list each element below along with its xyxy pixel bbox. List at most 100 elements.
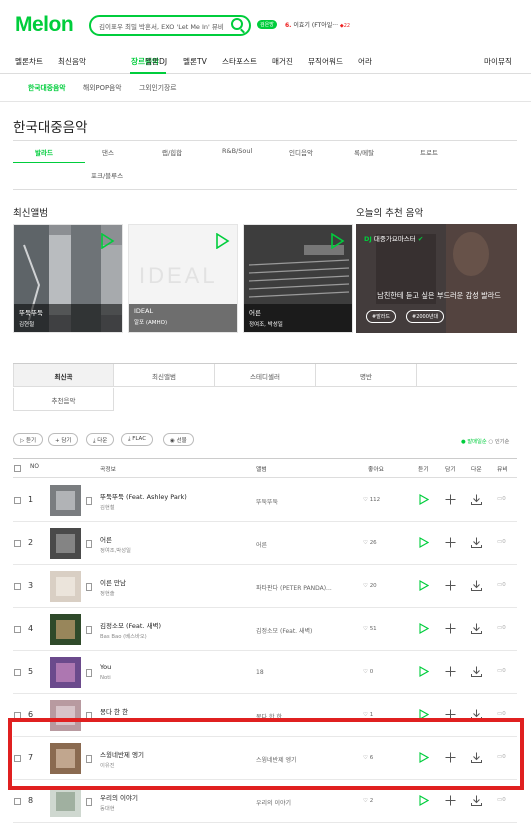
mv-button[interactable]: ▭0 — [497, 754, 506, 760]
listen-button[interactable]: ▷ 듣기 — [13, 433, 44, 446]
download-icon[interactable] — [471, 580, 482, 591]
song-title[interactable]: 이른 만남 — [100, 577, 126, 587]
recommend-card[interactable]: DJ 대중가요마스터 ✔ 남친한테 듣고 싶은 부드러운 감성 발라드 #발라드… — [356, 224, 517, 333]
download-icon[interactable] — [471, 752, 482, 763]
tab-steady[interactable]: 스테디셀러 — [215, 364, 316, 387]
tab-classic[interactable]: 명반 — [316, 364, 417, 387]
play-icon[interactable] — [418, 494, 429, 505]
like-button[interactable]: ♡ 1 — [363, 712, 373, 718]
song-thumbnail[interactable] — [50, 614, 81, 645]
song-thumbnail[interactable] — [50, 700, 81, 731]
nav-item-magazine[interactable]: 매거진 — [272, 56, 293, 67]
song-thumbnail[interactable] — [50, 743, 81, 774]
genre-tab-indie[interactable]: 인디음악 — [289, 147, 313, 157]
row-checkbox[interactable] — [14, 712, 21, 719]
plus-icon[interactable] — [445, 537, 456, 548]
song-title[interactable]: 몽다 한 한 — [100, 706, 128, 716]
song-thumbnail[interactable] — [50, 786, 81, 817]
play-icon[interactable] — [99, 233, 115, 249]
play-icon[interactable] — [214, 233, 230, 249]
download-icon[interactable] — [471, 537, 482, 548]
recommend-desc[interactable]: 남친한테 듣고 싶은 부드러운 감성 발라드 — [364, 291, 514, 301]
song-artist[interactable]: 정여조,박성일 — [100, 546, 131, 554]
genre-tab-folk[interactable]: 포크/블루스 — [91, 170, 123, 180]
select-all-checkbox[interactable] — [14, 465, 21, 472]
nav-item-dj[interactable]: 멜론DJ — [145, 56, 167, 67]
download-icon[interactable] — [471, 709, 482, 720]
play-icon[interactable] — [418, 709, 429, 720]
genre-tab-rock[interactable]: 록/메탈 — [354, 147, 374, 157]
song-artist[interactable]: 동대현 — [100, 804, 115, 812]
search-icon[interactable] — [231, 18, 243, 30]
album-title[interactable]: 뚜둑뚜둑 — [19, 307, 119, 317]
play-icon[interactable] — [329, 233, 345, 249]
song-title[interactable]: 스윙네반제 엥기 — [100, 749, 144, 759]
table-row[interactable]: 2 어른 정여조,박성일 어른 ♡ 26 ▭0 — [13, 522, 517, 565]
song-artist[interactable]: Bas Bao (베스바오) — [100, 632, 147, 640]
add-button[interactable]: + 담기 — [48, 433, 79, 446]
mv-button[interactable]: ▭0 — [497, 668, 506, 674]
song-album[interactable]: 몽다 한 한 — [256, 712, 282, 721]
download-button[interactable]: ⤓ 다운 — [86, 433, 115, 446]
genre-tab-hiphop[interactable]: 랩/힙합 — [162, 147, 182, 157]
song-title[interactable]: 김정소모 (Feat. 새벽) — [100, 620, 161, 630]
like-button[interactable]: ♡ 6 — [363, 755, 373, 761]
melon-logo[interactable]: Melon — [15, 13, 74, 37]
like-button[interactable]: ♡ 51 — [363, 626, 377, 632]
row-checkbox[interactable] — [14, 540, 21, 547]
plus-icon[interactable] — [445, 666, 456, 677]
info-icon[interactable] — [86, 497, 92, 505]
nav-item-award[interactable]: 뮤직어워드 — [308, 56, 343, 67]
song-artist[interactable]: 김현철 — [100, 503, 115, 511]
song-thumbnail[interactable] — [50, 528, 81, 559]
tab-latest-songs[interactable]: 최신곡 — [13, 364, 114, 387]
song-artist[interactable]: 이유진 — [100, 761, 115, 769]
nav-item-tv[interactable]: 멜론TV — [183, 56, 207, 67]
nav-item-mymusic[interactable]: 마이뮤직 — [484, 56, 512, 67]
play-icon[interactable] — [418, 580, 429, 591]
tag-2000s[interactable]: #2000년대 — [406, 310, 445, 323]
nav-item-misc[interactable]: 어라 — [358, 56, 372, 67]
album-artist[interactable]: 김현철 — [19, 320, 119, 328]
album-card[interactable]: 뚜둑뚜둑 김현철 — [13, 224, 123, 333]
download-icon[interactable] — [471, 623, 482, 634]
mv-button[interactable]: ▭0 — [497, 582, 506, 588]
like-button[interactable]: ♡ 0 — [363, 669, 373, 675]
song-title[interactable]: 우리의 이야기 — [100, 792, 138, 802]
like-button[interactable]: ♡ 2 — [363, 798, 373, 804]
search-input[interactable]: 김이표우 최밀 박혼서, EXO 'Let Me In' 뮤비 — [89, 15, 251, 36]
song-thumbnail[interactable] — [50, 485, 81, 516]
nav-item-chart[interactable]: 멜론차트 — [15, 56, 43, 67]
row-checkbox[interactable] — [14, 626, 21, 633]
dj-name[interactable]: 대중가요마스터 — [374, 235, 416, 243]
gift-button[interactable]: ◉ 선물 — [163, 433, 194, 446]
table-row[interactable]: 8 우리의 이야기 동대현 우리의 이야기 ♡ 2 ▭0 — [13, 780, 517, 823]
album-artist[interactable]: 정여조, 박성일 — [249, 320, 349, 328]
genre-tab-ballad[interactable]: 발라드 — [35, 147, 53, 157]
play-icon[interactable] — [418, 537, 429, 548]
plus-icon[interactable] — [445, 494, 456, 505]
song-artist[interactable]: 정현솔 — [100, 589, 115, 597]
plus-icon[interactable] — [445, 709, 456, 720]
nav-item-new[interactable]: 최신음악 — [58, 56, 86, 67]
song-album[interactable]: 우리의 이야기 — [256, 798, 291, 807]
subnav-other[interactable]: 그외인기장르 — [139, 82, 177, 92]
song-album[interactable]: 18 — [256, 669, 264, 676]
like-button[interactable]: ♡ 26 — [363, 540, 377, 546]
genre-tab-rnb[interactable]: R&B/Soul — [222, 147, 252, 155]
table-row[interactable]: 4 김정소모 (Feat. 새벽) Bas Bao (베스바오) 김정소모 (Feat… — [13, 608, 517, 651]
badge[interactable]: 검은방 — [257, 20, 277, 29]
info-icon[interactable] — [86, 540, 92, 548]
sort-popular[interactable]: ○ 인기순 — [489, 439, 510, 445]
table-row[interactable]: 7 스윙네반제 엥기 이유진 스윙네반제 엥기 ♡ 6 ▭0 — [13, 737, 517, 780]
plus-icon[interactable] — [445, 795, 456, 806]
row-checkbox[interactable] — [14, 755, 21, 762]
song-thumbnail[interactable] — [50, 571, 81, 602]
song-album[interactable]: 스윙네반제 엥기 — [256, 755, 297, 764]
album-title[interactable]: IDEAL — [134, 307, 234, 315]
tag-ballad[interactable]: #발라드 — [366, 310, 396, 323]
mv-button[interactable]: ▭0 — [497, 711, 506, 717]
mv-button[interactable]: ▭0 — [497, 496, 506, 502]
sort-date[interactable]: ● 발매일순 — [461, 439, 487, 445]
album-title[interactable]: 어른 — [249, 307, 349, 317]
